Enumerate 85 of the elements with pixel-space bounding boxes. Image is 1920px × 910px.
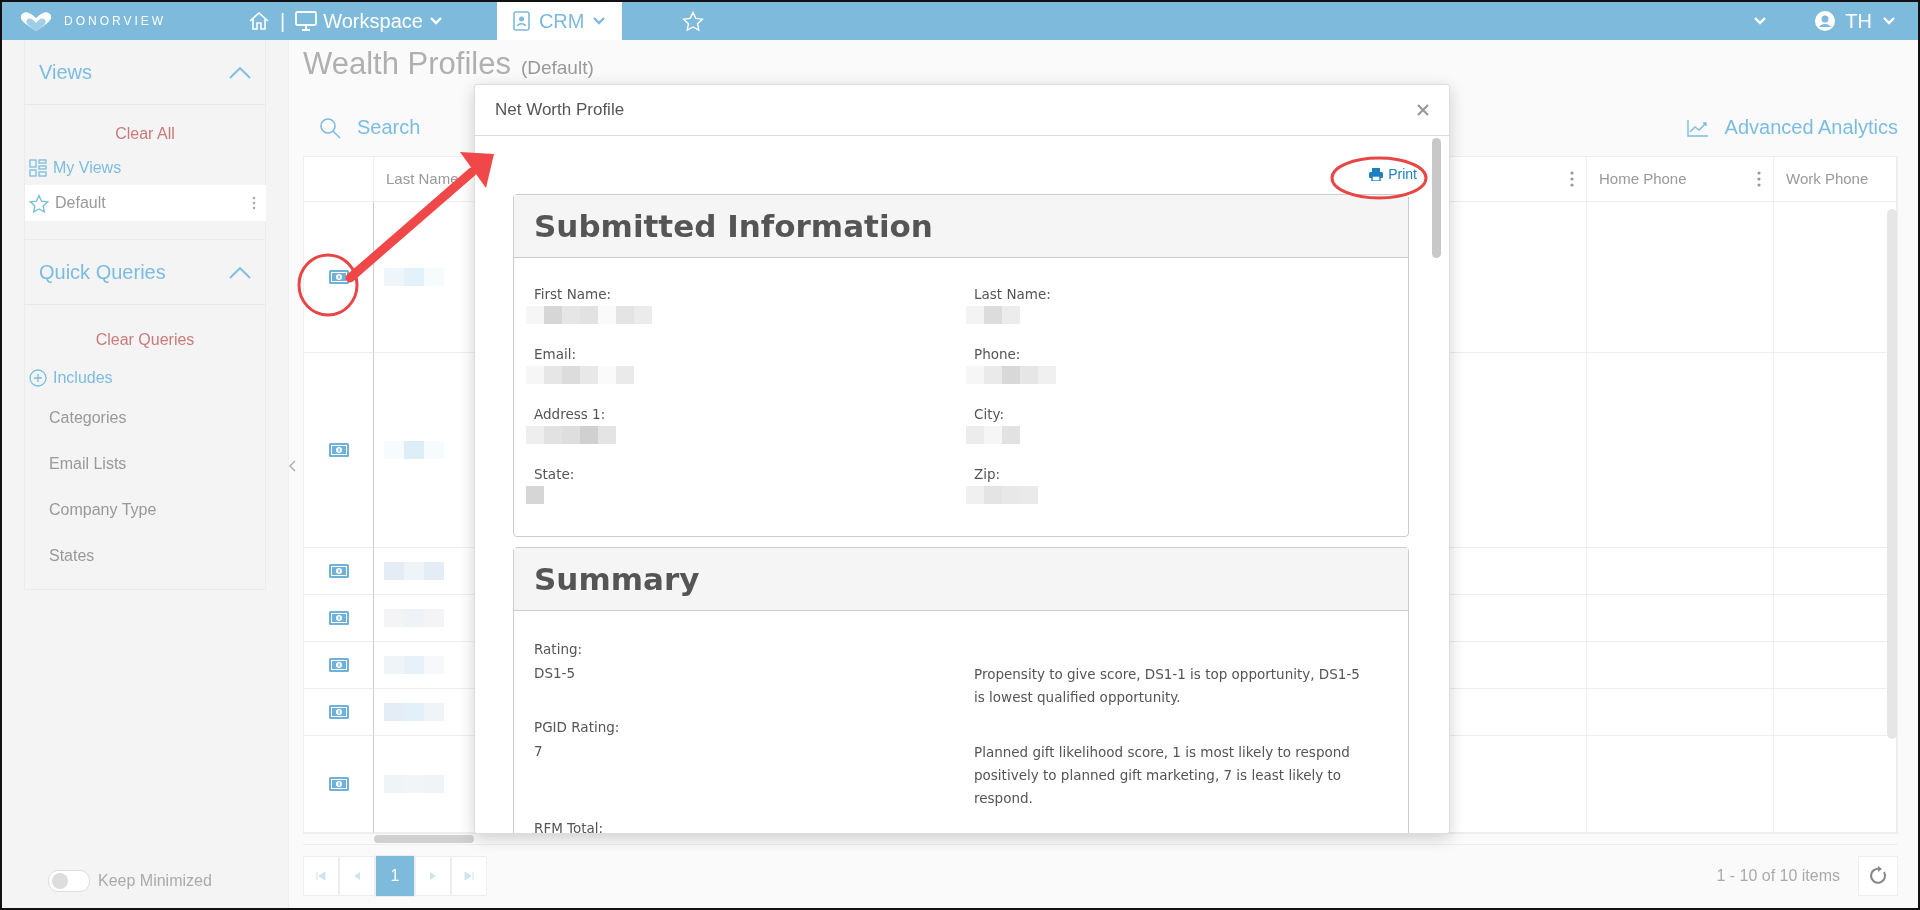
- money-icon[interactable]: [328, 610, 349, 625]
- field-label: First Name:: [534, 286, 612, 302]
- quick-queries-header[interactable]: Quick Queries: [25, 240, 265, 305]
- money-icon[interactable]: [328, 269, 349, 284]
- dialog-title: Net Worth Profile: [495, 100, 625, 120]
- views-header[interactable]: Views: [25, 40, 265, 105]
- view-item[interactable]: Default: [25, 185, 266, 221]
- line-chart-icon[interactable]: [1686, 119, 1709, 137]
- user-icon[interactable]: [1815, 11, 1836, 31]
- scrollbar[interactable]: [1887, 208, 1897, 739]
- separator: |: [280, 9, 286, 33]
- query-item[interactable]: Email Lists: [25, 441, 265, 487]
- includes-label[interactable]: Includes: [53, 369, 113, 387]
- money-icon[interactable]: [328, 704, 349, 719]
- previous-icon: [353, 871, 361, 882]
- last-page-icon: [464, 871, 474, 882]
- printer-icon: [1369, 167, 1384, 181]
- field-label: Phone:: [974, 346, 1021, 362]
- contact-card-icon: [512, 11, 531, 31]
- money-icon[interactable]: [328, 657, 349, 672]
- field-description: Propensity to give score, DS1-1 is top opportunity, DS1-5 is lowest qualified opportunity.: [974, 665, 1361, 707]
- column-menu-icon[interactable]: [1570, 170, 1574, 187]
- advanced-analytics-link[interactable]: Advanced Analytics: [1724, 116, 1898, 140]
- column-menu-icon[interactable]: [1757, 170, 1761, 187]
- star-icon[interactable]: [682, 11, 705, 31]
- monitor-icon: [295, 11, 318, 31]
- field-label: Zip:: [974, 466, 1001, 482]
- plus-circle-icon[interactable]: [29, 369, 47, 387]
- previous-page-button[interactable]: [339, 856, 375, 897]
- next-page-button[interactable]: [415, 856, 451, 897]
- user-initials[interactable]: TH: [1845, 9, 1872, 33]
- field-label: Address 1:: [534, 406, 606, 422]
- column-header[interactable]: Work Phone: [1774, 156, 1897, 202]
- workspace-menu[interactable]: Workspace: [323, 9, 423, 33]
- field-label: Email:: [534, 346, 576, 362]
- last-page-button[interactable]: [451, 856, 487, 897]
- first-page-button[interactable]: [303, 856, 339, 897]
- caret-icon[interactable]: [592, 16, 607, 26]
- column-header[interactable]: Home Phone: [1587, 156, 1774, 202]
- refresh-icon: [1868, 866, 1888, 887]
- print-link[interactable]: Print: [1369, 166, 1417, 182]
- search-icon[interactable]: [319, 117, 341, 139]
- query-item[interactable]: States: [25, 533, 265, 579]
- refresh-button[interactable]: [1858, 856, 1898, 897]
- scrollbar[interactable]: [1432, 138, 1441, 258]
- field-value: 7: [534, 743, 544, 759]
- close-icon[interactable]: [1417, 104, 1429, 116]
- field-label: Rating:: [534, 641, 584, 657]
- money-icon[interactable]: [328, 442, 349, 457]
- clear-all-link[interactable]: Clear All: [25, 125, 265, 143]
- grid-icon: [29, 159, 47, 177]
- field-label: Last Name:: [974, 286, 1051, 302]
- next-icon: [429, 871, 437, 882]
- field-description: Planned gift likelihood score, 1 is most likely to respond positively to planned gift marketing, 7 is least likely to respond.: [974, 743, 1351, 808]
- money-icon[interactable]: [328, 563, 349, 578]
- search-field[interactable]: Search: [357, 116, 421, 140]
- money-icon[interactable]: [328, 776, 349, 791]
- annotation-circle: [297, 253, 359, 317]
- clear-queries-link[interactable]: Clear Queries: [25, 331, 265, 349]
- first-page-icon: [316, 871, 326, 882]
- chevron-up-icon[interactable]: [229, 65, 251, 79]
- chevron-up-icon[interactable]: [229, 265, 251, 279]
- field-value: DS1-5: [534, 665, 576, 681]
- star-icon: [29, 193, 49, 213]
- keep-minimized-label: Keep Minimized: [98, 872, 212, 890]
- crm-tab[interactable]: CRM: [496, 2, 623, 40]
- home-icon[interactable]: [248, 11, 270, 31]
- query-item[interactable]: Company Type: [25, 487, 265, 533]
- item-count: 1 - 10 of 10 items: [1716, 867, 1840, 886]
- my-views-label: My Views: [53, 159, 122, 177]
- page-button[interactable]: 1: [375, 855, 415, 898]
- section-title: Summary: [534, 561, 700, 597]
- field-label: State:: [534, 466, 575, 482]
- field-label: PGID Rating:: [534, 719, 621, 735]
- page-title: Wealth Profiles: [303, 46, 511, 82]
- field-label: City:: [974, 406, 1005, 422]
- scrollbar[interactable]: [374, 834, 474, 843]
- section-title: Submitted Information: [534, 208, 933, 244]
- field-label: RFM Total:: [534, 820, 605, 833]
- toggle-switch[interactable]: [48, 870, 90, 892]
- more-icon[interactable]: [252, 196, 256, 210]
- caret-icon[interactable]: [428, 16, 443, 26]
- view-name: (Default): [520, 57, 594, 79]
- brand-name: DONORVIEW: [64, 14, 167, 28]
- query-item[interactable]: Categories: [25, 395, 265, 441]
